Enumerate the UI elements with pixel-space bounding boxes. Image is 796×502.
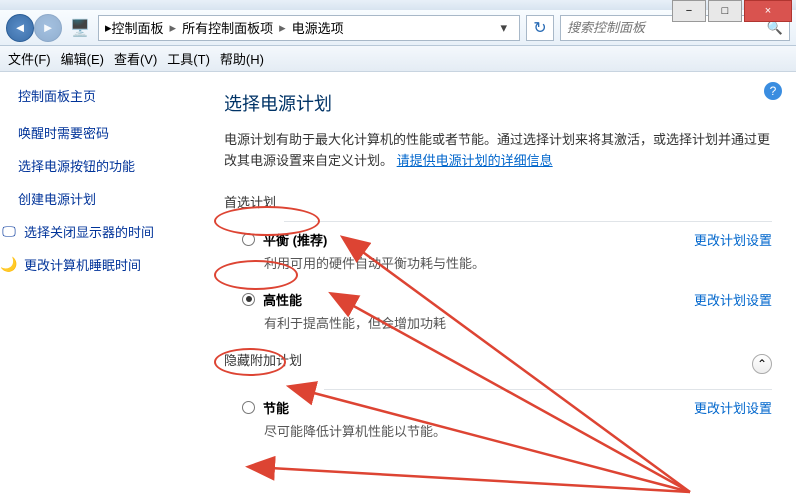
sidebar-sleep-time[interactable]: 🌙 更改计算机睡眠时间	[0, 255, 198, 274]
sidebar-home-link[interactable]: 控制面板主页	[18, 86, 198, 105]
collapse-button[interactable]: ⌃	[752, 354, 772, 374]
display-icon: 🖵	[0, 223, 18, 241]
help-icon[interactable]: ?	[764, 82, 782, 100]
crumb-sep: ▸	[170, 20, 177, 36]
maximize-button[interactable]: □	[708, 0, 742, 22]
plan-power-saver-desc: 尽可能降低计算机性能以节能。	[264, 421, 772, 440]
preferred-plans-heading: 首选计划	[224, 192, 772, 211]
explorer-icon: 🖥️	[68, 16, 92, 40]
crumb-all-items[interactable]: 所有控制面板项	[182, 18, 273, 37]
menu-view[interactable]: 查看(V)	[114, 49, 157, 68]
change-plan-high-performance[interactable]: 更改计划设置	[694, 290, 772, 309]
crumb-control-panel[interactable]: 控制面板	[112, 18, 164, 37]
sidebar-display-label: 选择关闭显示器的时间	[24, 222, 154, 241]
detail-link[interactable]: 请提供电源计划的详细信息	[397, 153, 553, 168]
page-title: 选择电源计划	[224, 90, 772, 116]
refresh-button[interactable]: ↻	[526, 15, 554, 41]
plan-high-performance-label: 高性能	[263, 290, 302, 309]
change-plan-balanced[interactable]: 更改计划设置	[694, 230, 772, 249]
forward-button[interactable]: ►	[34, 14, 62, 42]
plan-balanced-label: 平衡 (推荐)	[263, 230, 327, 249]
sidebar-power-button[interactable]: 选择电源按钮的功能	[18, 156, 198, 175]
menu-edit[interactable]: 编辑(E)	[61, 49, 104, 68]
menu-help[interactable]: 帮助(H)	[220, 49, 264, 68]
radio-high-performance[interactable]	[242, 293, 255, 306]
sidebar-create-plan[interactable]: 创建电源计划	[18, 189, 198, 208]
sidebar-require-password[interactable]: 唤醒时需要密码	[18, 123, 198, 142]
sidebar-sleep-label: 更改计算机睡眠时间	[24, 255, 141, 274]
radio-balanced[interactable]	[242, 233, 255, 246]
crumb-sep: ▸	[279, 20, 286, 36]
crumb-power-options[interactable]: 电源选项	[292, 18, 344, 37]
breadcrumb-dropdown[interactable]: ▾	[494, 20, 513, 36]
radio-power-saver[interactable]	[242, 401, 255, 414]
breadcrumb[interactable]: ▸ 控制面板 ▸ 所有控制面板项 ▸ 电源选项 ▾	[98, 15, 520, 41]
close-button[interactable]: ×	[744, 0, 792, 22]
menu-tools[interactable]: 工具(T)	[167, 49, 210, 68]
hidden-plans-heading: 隐藏附加计划	[224, 350, 302, 369]
back-button[interactable]: ◄	[6, 14, 34, 42]
plan-high-performance-desc: 有利于提高性能，但会增加功耗	[264, 313, 772, 332]
page-description: 电源计划有助于最大化计算机的性能或者节能。通过选择计划来将其激活，或选择计划并通…	[224, 130, 772, 172]
plan-power-saver-label: 节能	[263, 398, 289, 417]
plan-balanced-desc: 利用可用的硬件自动平衡功耗与性能。	[264, 253, 772, 272]
change-plan-power-saver[interactable]: 更改计划设置	[694, 398, 772, 417]
minimize-button[interactable]: −	[672, 0, 706, 22]
sleep-icon: 🌙	[0, 256, 18, 274]
search-input[interactable]	[567, 20, 763, 35]
menu-file[interactable]: 文件(F)	[8, 49, 51, 68]
sidebar-display-off[interactable]: 🖵 选择关闭显示器的时间	[0, 222, 198, 241]
